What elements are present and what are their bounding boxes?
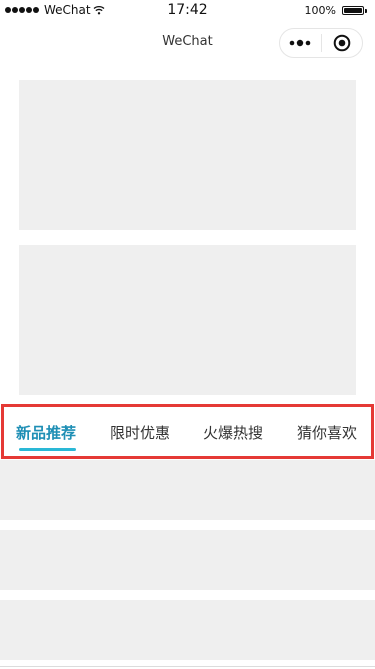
list-item-placeholder[interactable] — [0, 460, 375, 520]
status-right: 100% — [305, 4, 367, 17]
tab-limited-offer[interactable]: 限时优惠 — [110, 422, 170, 443]
close-target-icon[interactable] — [321, 29, 362, 57]
banner-placeholder-2[interactable] — [19, 245, 356, 395]
category-tab-bar: 新品推荐 限时优惠 火爆热搜 猜你喜欢 — [1, 404, 374, 459]
nav-bar: WeChat — [0, 22, 375, 64]
battery-icon — [342, 6, 367, 15]
battery-percentage: 100% — [304, 4, 336, 17]
list-item-placeholder[interactable] — [0, 530, 375, 590]
menu-capsule — [279, 28, 363, 58]
more-dots-icon[interactable] — [280, 29, 321, 57]
list-item-placeholder[interactable] — [0, 600, 375, 660]
tab-new-recommend[interactable]: 新品推荐 — [16, 422, 76, 443]
status-bar: WeChat 17:42 100% — [0, 0, 375, 22]
bottom-divider — [0, 666, 375, 667]
banner-placeholder-1[interactable] — [19, 80, 356, 230]
tab-guess-you-like[interactable]: 猜你喜欢 — [297, 422, 357, 443]
active-tab-indicator — [19, 448, 76, 451]
tab-hot-search[interactable]: 火爆热搜 — [203, 422, 263, 443]
